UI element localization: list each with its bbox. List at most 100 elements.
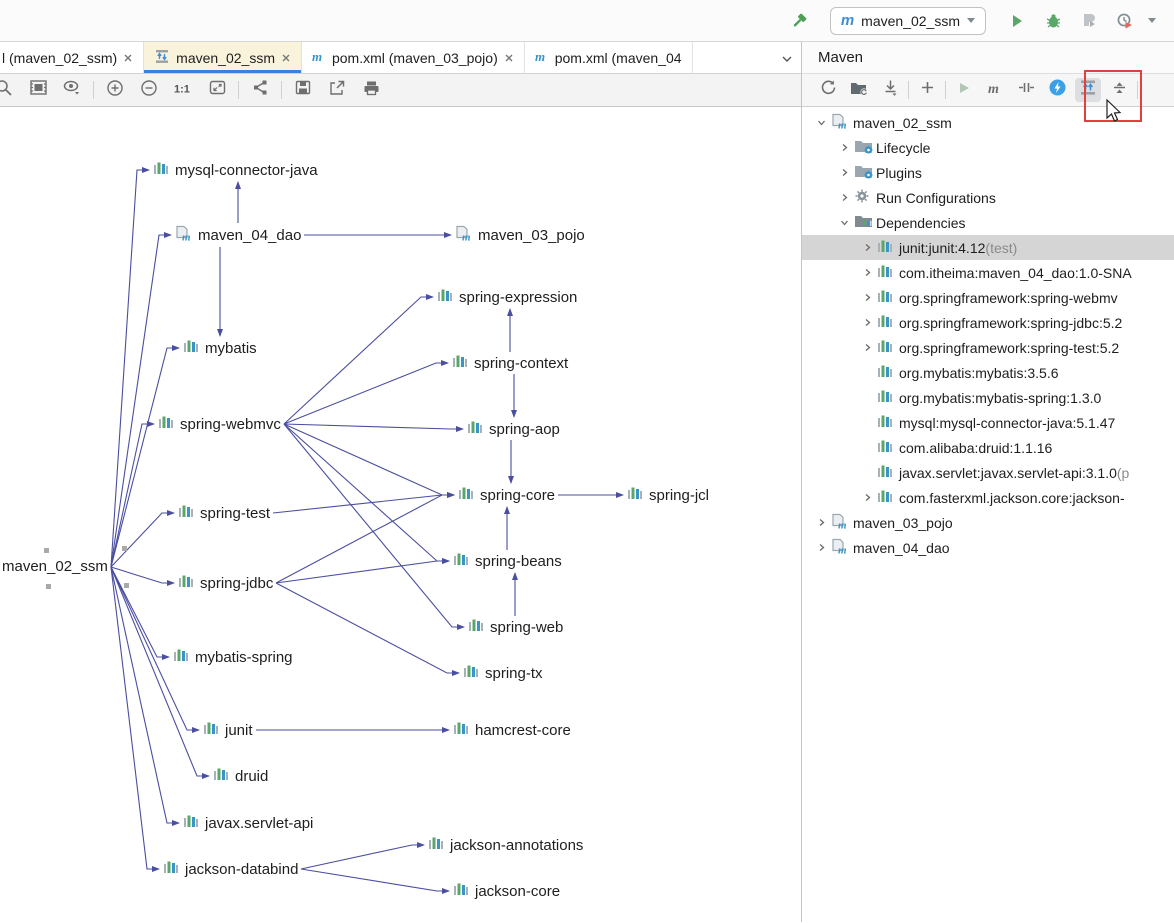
profiler-button[interactable] (1112, 8, 1138, 34)
diagram-node-jackson-core[interactable]: jackson-core (453, 882, 560, 900)
main-toolbar: m maven_02_ssm (0, 0, 1174, 42)
selection-handle[interactable] (44, 548, 49, 553)
diagram-node-spring-webmvc[interactable]: spring-webmvc (158, 415, 281, 433)
chevron-right-icon[interactable] (857, 268, 877, 277)
diagram-node-jackson-databind[interactable]: jackson-databind (163, 860, 298, 878)
chevron-right-icon[interactable] (834, 193, 854, 202)
selection-handle[interactable] (124, 583, 129, 588)
diagram-node-spring-jdbc[interactable]: spring-jdbc (178, 574, 273, 592)
debug-button[interactable] (1040, 8, 1066, 34)
chevron-right-icon[interactable] (857, 343, 877, 352)
tree-row-org-springframework-spring-test-5-2[interactable]: org.springframework:spring-test:5.2 (802, 335, 1174, 360)
chevron-down-icon[interactable] (834, 218, 854, 227)
download-sources-button[interactable] (877, 78, 903, 102)
diagram-node-maven_04_dao[interactable]: m maven_04_dao (175, 225, 301, 245)
edge-spring-jdbc-to-spring-beans (275, 558, 450, 584)
tree-row-run-configurations[interactable]: Run Configurations (802, 185, 1174, 210)
skip-tests-button[interactable] (1013, 78, 1039, 102)
diagram-node-spring-aop[interactable]: spring-aop (467, 420, 560, 438)
chevron-right-icon[interactable] (857, 243, 877, 252)
maven-goal-button[interactable]: m (982, 78, 1008, 102)
eye-button[interactable] (59, 78, 85, 102)
diagram-node-hamcrest-core[interactable]: hamcrest-core (453, 721, 571, 739)
toolbar-dropdown-icon[interactable] (1148, 18, 1156, 23)
add-button[interactable] (914, 78, 940, 102)
run-configuration-selector[interactable]: m maven_02_ssm (829, 6, 986, 35)
diagram-node-spring-web[interactable]: spring-web (468, 618, 563, 636)
chevron-down-icon[interactable] (811, 118, 831, 127)
tree-row-com-alibaba-druid-1-1-16[interactable]: com.alibaba:druid:1.1.16 (802, 435, 1174, 460)
diagram-node-spring-context[interactable]: spring-context (452, 354, 568, 372)
tree-row-lifecycle[interactable]: Lifecycle (802, 135, 1174, 160)
tree-row-org-mybatis-mybatis-3-5-6[interactable]: org.mybatis:mybatis:3.5.6 (802, 360, 1174, 385)
fit-content-button[interactable] (204, 78, 230, 102)
tree-row-javax-servlet-javax-servlet-api-3-1-0[interactable]: javax.servlet:javax.servlet-api:3.1.0 (p (802, 460, 1174, 485)
diagram-node-mysql-connector-java[interactable]: mysql-connector-java (153, 161, 318, 179)
tree-row-org-springframework-spring-webmv[interactable]: org.springframework:spring-webmv (802, 285, 1174, 310)
tree-row-com-fasterxml-jackson-core-jackson-[interactable]: com.fasterxml.jackson.core:jackson- (802, 485, 1174, 510)
chevron-right-icon[interactable] (857, 318, 877, 327)
sync-folder-button[interactable] (846, 78, 872, 102)
zoom-out-button[interactable] (136, 78, 162, 102)
close-icon[interactable] (281, 53, 291, 63)
run-button[interactable] (1004, 8, 1030, 34)
tree-row-plugins[interactable]: Plugins (802, 160, 1174, 185)
tab-pom-xml-maven_03_pojo-[interactable]: m pom.xml (maven_03_pojo) (302, 42, 525, 73)
refresh-button[interactable] (815, 78, 841, 102)
tab-maven_02_ssm[interactable]: maven_02_ssm (144, 42, 302, 73)
diagram-node-maven_03_pojo[interactable]: m maven_03_pojo (455, 225, 585, 245)
chevron-right-icon[interactable] (811, 518, 831, 527)
tab-pom-xml-maven_04[interactable]: m pom.xml (maven_04 (525, 42, 693, 73)
diagram-node-spring-beans[interactable]: spring-beans (453, 552, 562, 570)
offline-lightning-button[interactable] (1044, 78, 1070, 102)
tree-row-org-springframework-spring-jdbc-5-2[interactable]: org.springframework:spring-jdbc:5.2 (802, 310, 1174, 335)
selection-handle[interactable] (46, 584, 51, 589)
diagram-node-spring-jcl[interactable]: spring-jcl (627, 486, 709, 504)
diagram-node-druid[interactable]: druid (213, 767, 268, 785)
diagram-node-maven_02_ssm[interactable]: maven_02_ssm (2, 558, 108, 575)
zoom-tool-button[interactable] (0, 78, 17, 102)
tab-l-maven_02_ssm-[interactable]: l (maven_02_ssm) (0, 42, 145, 73)
hammer-build-icon[interactable] (786, 8, 812, 34)
tree-row-label: org.springframework:spring-webmv (899, 289, 1118, 306)
actual-size-button[interactable]: 1:1 (170, 78, 196, 102)
dependency-diagram: maven_02_ssm mysql-connector-java m maven_0… (0, 107, 801, 922)
export-button[interactable] (324, 78, 350, 102)
run-disabled-button[interactable] (951, 78, 977, 102)
diagram-node-spring-expression[interactable]: spring-expression (437, 288, 577, 306)
tree-row-dependencies[interactable]: Dependencies (802, 210, 1174, 235)
diagram-node-spring-test[interactable]: spring-test (178, 504, 270, 522)
tree-row-org-mybatis-mybatis-spring-1-3-0[interactable]: org.mybatis:mybatis-spring:1.3.0 (802, 385, 1174, 410)
diagram-node-spring-core[interactable]: spring-core (458, 486, 555, 504)
diagram-node-mybatis[interactable]: mybatis (183, 339, 257, 357)
show-dependencies-button[interactable] (1075, 78, 1101, 102)
diagram-node-jackson-annotations[interactable]: jackson-annotations (428, 836, 583, 854)
graph-layout-button[interactable] (247, 78, 273, 102)
tree-row-maven_02_ssm[interactable]: m maven_02_ssm (802, 110, 1174, 135)
collapse-all-button[interactable] (1106, 78, 1132, 102)
tree-row-junit-junit-4-12[interactable]: junit:junit:4.12 (test) (802, 235, 1174, 260)
chevron-right-icon[interactable] (857, 293, 877, 302)
diagram-node-mybatis-spring[interactable]: mybatis-spring (173, 648, 293, 666)
tree-row-mysql-mysql-connector-java-5-1-47[interactable]: mysql:mysql-connector-java:5.1.47 (802, 410, 1174, 435)
tree-row-maven_03_pojo[interactable]: m maven_03_pojo (802, 510, 1174, 535)
chevron-right-icon[interactable] (834, 168, 854, 177)
tree-row-label: org.springframework:spring-jdbc:5.2 (899, 314, 1123, 331)
chevron-right-icon[interactable] (834, 143, 854, 152)
selection-handle[interactable] (122, 546, 127, 551)
chevron-right-icon[interactable] (857, 493, 877, 502)
tree-row-maven_04_dao[interactable]: m maven_04_dao (802, 535, 1174, 560)
close-icon[interactable] (123, 53, 133, 63)
diagram-node-javax-servlet-api[interactable]: javax.servlet-api (183, 814, 313, 832)
zoom-in-button[interactable] (102, 78, 128, 102)
save-button[interactable] (290, 78, 316, 102)
chevron-right-icon[interactable] (811, 543, 831, 552)
tab-overflow-chevron-icon[interactable] (781, 50, 793, 68)
close-icon[interactable] (504, 53, 514, 63)
filmstrip-button[interactable] (25, 78, 51, 102)
diagram-node-junit[interactable]: junit (203, 721, 253, 739)
tree-row-com-itheima-maven_04_dao-1-0-sna[interactable]: com.itheima:maven_04_dao:1.0-SNA (802, 260, 1174, 285)
print-button[interactable] (358, 78, 384, 102)
coverage-button[interactable] (1076, 8, 1102, 34)
diagram-node-spring-tx[interactable]: spring-tx (463, 664, 543, 682)
